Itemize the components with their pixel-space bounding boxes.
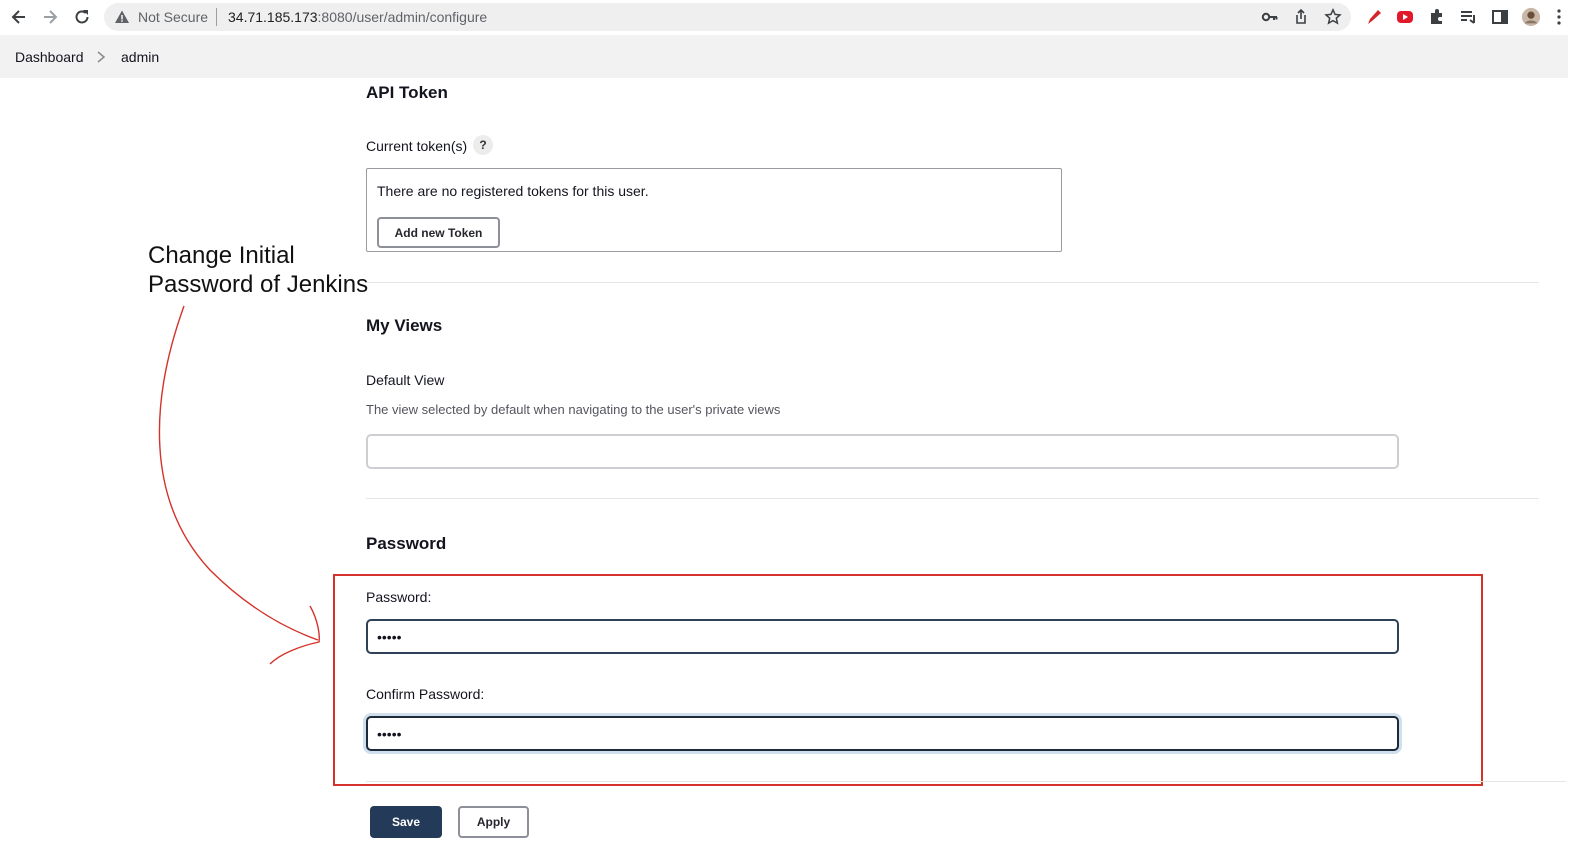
address-divider <box>216 8 217 26</box>
back-arrow-icon[interactable] <box>8 6 30 28</box>
annotation-highlight-box <box>333 574 1483 786</box>
annotation-arrow <box>158 305 320 665</box>
extensions-puzzle-icon[interactable] <box>1427 7 1447 27</box>
scrollbar[interactable] <box>1568 35 1579 857</box>
key-icon[interactable] <box>1261 8 1279 26</box>
youtube-extension-icon[interactable] <box>1395 7 1415 27</box>
confirm-password-label: Confirm Password: <box>366 686 485 702</box>
side-panel-icon[interactable] <box>1490 7 1510 27</box>
browser-menu-icon[interactable] <box>1553 7 1565 27</box>
bookmark-star-icon[interactable] <box>1324 8 1342 26</box>
password-title: Password <box>366 534 447 553</box>
confirm-password-input[interactable] <box>366 716 1399 751</box>
default-view-description: The view selected by default when naviga… <box>366 402 781 417</box>
url-host: 34.71.185.173 <box>228 9 318 25</box>
url-path: :8080/user/admin/configure <box>317 9 488 25</box>
annotation-line-2: Password of Jenkins <box>148 271 369 298</box>
security-status[interactable]: Not Secure <box>138 9 208 25</box>
pen-extension-icon[interactable] <box>1364 7 1384 27</box>
bottom-action-bar <box>0 792 1568 857</box>
section-divider <box>366 781 1566 782</box>
share-icon[interactable] <box>1292 8 1310 26</box>
browser-toolbar: Not Secure 34.71.185.173:8080/user/admin… <box>0 0 1579 34</box>
current-tokens-label: Current token(s) <box>366 138 468 154</box>
breadcrumb-dashboard[interactable]: Dashboard <box>15 49 84 65</box>
breadcrumb: Dashboard admin <box>0 35 1568 78</box>
breadcrumb-admin[interactable]: admin <box>121 49 159 65</box>
add-new-token-button[interactable]: Add new Token <box>377 217 500 248</box>
token-list-box: There are no registered tokens for this … <box>366 168 1062 252</box>
forward-arrow-icon[interactable] <box>39 6 61 28</box>
profile-avatar-icon[interactable] <box>1521 7 1541 27</box>
reload-icon[interactable] <box>71 6 93 28</box>
reading-list-icon[interactable] <box>1458 7 1478 27</box>
save-button[interactable]: Save <box>370 806 442 838</box>
url-text[interactable]: 34.71.185.173:8080/user/admin/configure <box>228 9 487 25</box>
my-views-title: My Views <box>366 316 443 335</box>
address-bar[interactable]: Not Secure 34.71.185.173:8080/user/admin… <box>104 3 1351 31</box>
password-label: Password: <box>366 589 432 605</box>
chevron-right-icon <box>97 51 106 63</box>
apply-button[interactable]: Apply <box>458 806 529 838</box>
annotation-text: Change Initial Password of Jenkins <box>148 241 368 299</box>
annotation-line-1: Change Initial <box>148 242 295 269</box>
section-divider <box>366 498 1539 499</box>
default-view-label: Default View <box>366 372 445 388</box>
help-icon[interactable]: ? <box>473 135 493 155</box>
no-tokens-message: There are no registered tokens for this … <box>377 183 649 199</box>
default-view-input[interactable] <box>366 434 1399 469</box>
section-divider <box>366 282 1539 283</box>
api-token-title: API Token <box>366 83 448 102</box>
password-input[interactable] <box>366 619 1399 654</box>
warning-triangle-icon[interactable] <box>114 9 130 25</box>
